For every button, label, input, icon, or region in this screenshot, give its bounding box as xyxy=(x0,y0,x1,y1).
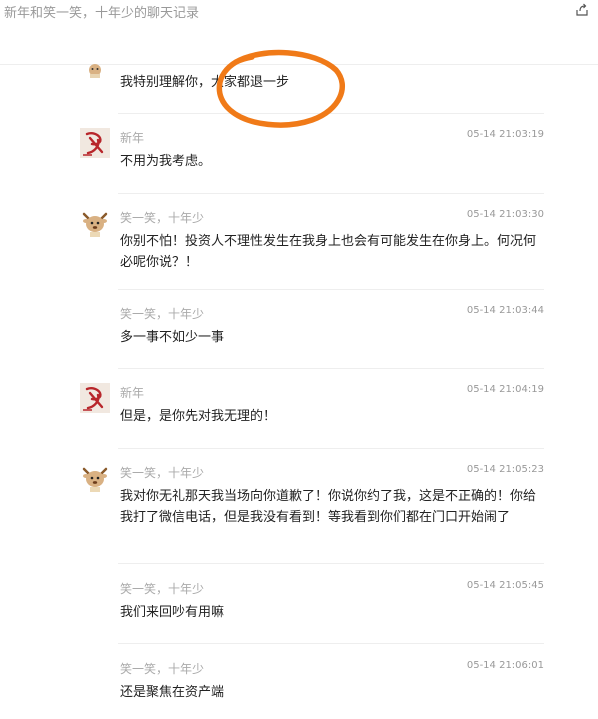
divider xyxy=(118,289,544,290)
timestamp: 05-14 21:05:45 xyxy=(466,580,544,591)
message-text: 多一事不如少一事 xyxy=(120,330,225,345)
sender-name: 笑一笑，十年少 xyxy=(120,307,205,321)
message-text: 但是，是你先对我无理的！ xyxy=(120,409,277,424)
message-text: 不用为我考虑。 xyxy=(120,154,212,169)
message-text: 我们来回吵有用嘛 xyxy=(120,605,225,620)
sender-name: 新年 xyxy=(120,386,145,400)
sender-name: 笑一笑，十年少 xyxy=(120,662,205,676)
message-item: 笑一笑，十年少 05-14 21:06:01 还是聚焦在资产端 xyxy=(80,659,544,709)
divider xyxy=(118,113,544,114)
share-icon[interactable] xyxy=(574,1,590,17)
message-item: 笑一笑，十年少 05-14 21:05:45 我们来回吵有用嘛 xyxy=(80,579,544,629)
deer-cartoon-avatar xyxy=(82,467,108,492)
red-calligraphy-avatar xyxy=(80,383,110,413)
message-item: 新年 05-14 21:04:19 但是，是你先对我无理的！ xyxy=(80,383,544,433)
divider xyxy=(118,643,544,644)
divider xyxy=(118,368,544,369)
sender-name: 笑一笑，十年少 xyxy=(120,466,205,480)
red-calligraphy-avatar xyxy=(80,128,110,158)
message-text: 还是聚焦在资产端 xyxy=(120,685,225,700)
message-item: 笑一笑，十年少 05-14 21:05:23 我对你无礼那天我当场向你道歉了！你… xyxy=(80,463,544,553)
sender-name: 笑一笑，十年少 xyxy=(120,582,205,596)
page-title: 新年和笑一笑，十年少的聊天记录 xyxy=(4,6,200,21)
timestamp: 05-14 21:04:19 xyxy=(466,384,544,395)
divider xyxy=(118,448,544,449)
message-item: 笑一笑，十年少 05-14 21:03:44 多一事不如少一事 xyxy=(80,304,544,354)
message-text: 我特别理解你，大家都退一步 xyxy=(120,75,290,90)
message-item: 新年 05-14 21:03:19 不用为我考虑。 xyxy=(80,128,544,178)
deer-cartoon-avatar xyxy=(82,212,108,237)
timestamp: 05-14 21:03:30 xyxy=(466,209,544,220)
deer-avatar-partial xyxy=(89,64,101,78)
timestamp: 05-14 21:03:44 xyxy=(466,305,544,316)
message-item: 笑一笑，十年少 05-14 21:03:30 你别不怕！投资人不理性发生在我身上… xyxy=(80,208,544,278)
timestamp: 05-14 21:06:01 xyxy=(466,660,544,671)
sender-name: 笑一笑，十年少 xyxy=(120,211,205,225)
timestamp: 05-14 21:05:23 xyxy=(466,464,544,475)
sender-name: 新年 xyxy=(120,131,145,145)
header: 新年和笑一笑，十年少的聊天记录 xyxy=(0,0,598,30)
message-text: 你别不怕！投资人不理性发生在我身上也会有可能发生在你身上。何况何必呢你说？！ xyxy=(120,234,537,270)
divider xyxy=(118,563,544,564)
divider xyxy=(118,193,544,194)
timestamp: 05-14 21:03:19 xyxy=(466,129,544,140)
message-text: 我对你无礼那天我当场向你道歉了！你说你约了我，这是不正确的！你给我打了微信电话，… xyxy=(120,489,537,525)
